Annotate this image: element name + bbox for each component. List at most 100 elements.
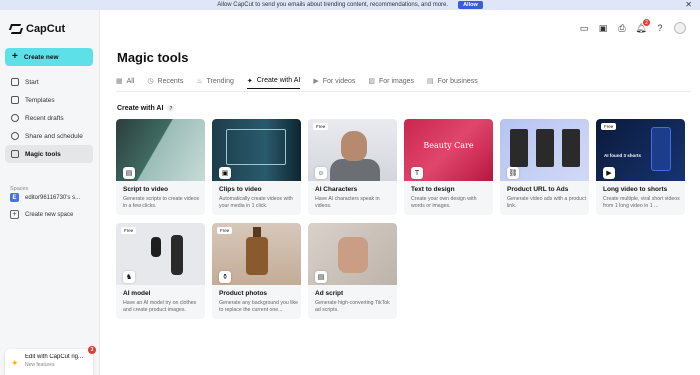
header-actions: ▭ ▣ ⎙ 🔔︎ 2 ?: [579, 19, 686, 34]
card-description: Have an AI model try on clothes and crea…: [123, 300, 197, 313]
sparkle-icon: ✦: [11, 358, 19, 368]
sidebar-item-recent-drafts[interactable]: Recent drafts: [5, 109, 93, 127]
avatar[interactable]: [674, 22, 686, 34]
card-description: Generate any background you like to repl…: [219, 300, 299, 313]
tool-card-script-to-video[interactable]: ▤ Script to video Generate scripts to cr…: [116, 119, 205, 215]
clips-icon: ▣: [219, 167, 231, 179]
phone-preview: [651, 127, 671, 171]
card-title: Product photos: [219, 290, 268, 297]
tab-for-images[interactable]: ▨ For images: [368, 73, 414, 89]
tool-card-ai-model[interactable]: Free ♞ AI model Have an AI model try on …: [116, 223, 205, 319]
card-title: AI model: [123, 290, 151, 297]
tab-label: Recents: [157, 77, 184, 85]
banner-text: Allow CapCut to send you emails about tr…: [217, 2, 449, 8]
tabs-divider: [116, 91, 691, 92]
tool-card-ai-characters[interactable]: Free ☺ AI Characters Have AI characters …: [308, 119, 397, 215]
share-icon: [11, 132, 19, 140]
tool-card-ad-script[interactable]: ▤ Ad script Generate high-converting Tik…: [308, 223, 397, 319]
tool-card-text-to-design[interactable]: Beauty Care T Text to design Create your…: [404, 119, 493, 215]
print-icon[interactable]: ⎙: [617, 23, 627, 33]
space-item[interactable]: E editor96116730's s...: [10, 193, 80, 202]
image-icon: ▨: [368, 78, 376, 85]
gift-icon[interactable]: ▣: [598, 23, 608, 33]
allow-button[interactable]: Allow: [458, 1, 483, 9]
free-badge: Free: [313, 123, 329, 130]
card-description: Generate high-converting TikTok ad scrip…: [315, 300, 390, 313]
model-icon: ♞: [123, 271, 135, 283]
help-icon[interactable]: ?: [655, 23, 665, 33]
tab-bar: ▦ All ◷ Recents ♨ Trending ✦ Create with AI …: [116, 73, 478, 91]
sidebar-item-label: Templates: [25, 96, 55, 104]
tab-create-with-ai[interactable]: ✦ Create with AI: [246, 73, 301, 89]
sidebar-item-label: Magic tools: [25, 150, 61, 158]
card-title: Long video to shorts: [603, 186, 668, 193]
sidebar: CapCut + Create new Start Templates Rece…: [0, 10, 100, 375]
home-icon: [11, 78, 19, 86]
tab-all[interactable]: ▦ All: [116, 73, 134, 89]
script-icon: ▤: [123, 167, 135, 179]
capcut-logo[interactable]: CapCut: [10, 23, 65, 35]
character-body: [330, 159, 380, 181]
promo-badge: 3: [88, 346, 96, 354]
plus-icon: +: [12, 51, 18, 62]
magic-icon: [11, 150, 19, 158]
tab-trending[interactable]: ♨ Trending: [196, 73, 234, 89]
thumbnail-text: Beauty Care: [423, 141, 474, 150]
tab-for-videos[interactable]: ▶ For videos: [313, 73, 355, 89]
card-title: AI Characters: [315, 186, 358, 193]
promo-title: Edit with CapCut rig...: [25, 354, 84, 360]
sidebar-item-share-schedule[interactable]: Share and schedule: [5, 127, 93, 145]
phone-preview: [536, 129, 554, 167]
notification-badge: 2: [643, 19, 650, 26]
tab-label: For images: [379, 77, 415, 85]
grid-icon: ▦: [116, 78, 123, 85]
free-badge: Free: [121, 227, 137, 234]
monitor-icon[interactable]: ▭: [579, 23, 589, 33]
sidebar-item-label: Share and schedule: [25, 132, 83, 140]
section-heading: Create with AI ?: [117, 105, 175, 112]
thumbnail-text: AI found 3 shorts: [604, 153, 641, 158]
text-design-icon: T: [411, 167, 423, 179]
section-title: Create with AI: [117, 105, 164, 112]
space-avatar: E: [10, 193, 19, 202]
email-consent-banner: Allow CapCut to send you emails about tr…: [0, 0, 700, 10]
promo-card[interactable]: ✦ Edit with CapCut rig... New features 3: [5, 346, 96, 375]
clock-icon: ◷: [147, 78, 154, 85]
bell-icon[interactable]: 🔔︎ 2: [635, 19, 650, 33]
character-face: [341, 131, 367, 161]
sidebar-item-label: Recent drafts: [25, 114, 64, 122]
sidebar-item-templates[interactable]: Templates: [5, 91, 93, 109]
card-description: Create your own design with words or ima…: [411, 196, 477, 209]
space-name: editor96116730's s...: [25, 194, 81, 201]
logo-text: CapCut: [26, 23, 66, 35]
card-title: Script to video: [123, 186, 169, 193]
bottle-body: [246, 237, 268, 275]
sidebar-item-magic-tools[interactable]: Magic tools: [5, 145, 93, 163]
tool-card-product-url-to-ads[interactable]: ⛓ Product URL to Ads Generate video ads …: [500, 119, 589, 215]
create-new-button[interactable]: + Create new: [5, 48, 93, 66]
link-icon: ⛓: [507, 167, 519, 179]
page-title: Magic tools: [117, 50, 189, 65]
create-space-button[interactable]: + Create new space: [10, 210, 73, 219]
model-figure: [171, 235, 183, 275]
free-badge: Free: [601, 123, 617, 130]
tab-recents[interactable]: ◷ Recents: [147, 73, 183, 89]
card-title: Text to design: [411, 186, 455, 193]
card-description: Have AI characters speak in videos.: [315, 196, 380, 209]
create-new-label: Create new: [23, 53, 59, 61]
character-icon: ☺: [315, 167, 327, 179]
tool-card-long-video-to-shorts[interactable]: AI found 3 shorts Free ▶ Long video to s…: [596, 119, 685, 215]
tool-card-clips-to-video[interactable]: ▣ Clips to video Automatically create vi…: [212, 119, 301, 215]
help-icon[interactable]: ?: [167, 105, 175, 112]
phone-preview: [562, 129, 580, 167]
tool-card-product-photos[interactable]: Free ⚱ Product photos Generate any backg…: [212, 223, 301, 319]
ad-script-icon: ▤: [315, 271, 327, 283]
tab-for-business[interactable]: ▤ For business: [427, 73, 478, 89]
close-icon[interactable]: ✕: [685, 0, 692, 9]
sidebar-item-start[interactable]: Start: [5, 73, 93, 91]
card-description: Create multiple, viral short videos from…: [603, 196, 680, 209]
capcut-logo-icon: [10, 24, 22, 34]
card-description: Generate video ads with a product link.: [507, 196, 587, 209]
tab-label: Create with AI: [256, 77, 301, 84]
sidebar-nav: Start Templates Recent drafts Share and …: [5, 73, 93, 163]
